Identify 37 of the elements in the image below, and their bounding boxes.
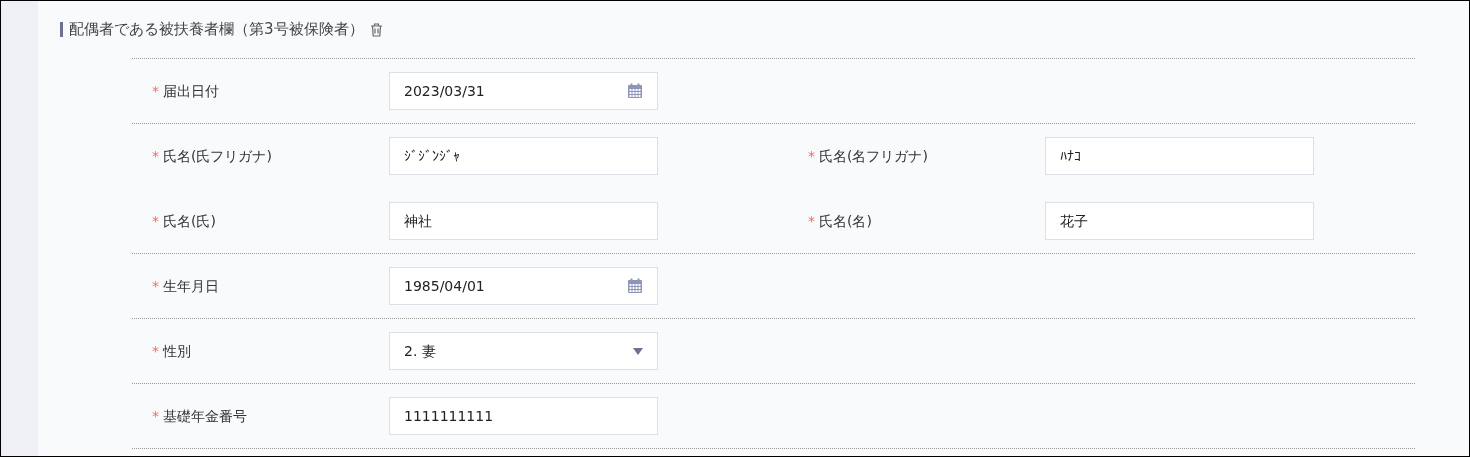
field-value: ﾊﾅｺ <box>1060 146 1081 166</box>
required-mark: * <box>152 146 159 166</box>
field-label: 氏名(氏フリガナ) <box>163 146 272 166</box>
input-field[interactable]: 神社 <box>389 202 658 240</box>
field-label: 氏名(氏) <box>163 211 216 231</box>
date-field[interactable]: 1985/04/01 <box>389 267 658 305</box>
required-mark: * <box>152 81 159 101</box>
input-field[interactable]: ｼﾞｼﾞﾝｼﾞｬ <box>389 137 658 175</box>
required-mark: * <box>808 146 815 166</box>
calendar-icon[interactable] <box>627 83 643 99</box>
field-value: 2. 妻 <box>404 341 436 361</box>
input-field[interactable]: 1111111111 <box>389 397 658 435</box>
field-label: 生年月日 <box>163 276 219 296</box>
input-field[interactable]: 花子 <box>1045 202 1314 240</box>
field-value: ｼﾞｼﾞﾝｼﾞｬ <box>404 146 460 166</box>
field-label: 届出日付 <box>163 81 219 101</box>
trash-icon[interactable] <box>369 22 383 37</box>
field-value: 2023/03/31 <box>404 81 485 101</box>
field-value: 1985/04/01 <box>404 276 485 296</box>
field-label: 氏名(名フリガナ) <box>819 146 928 166</box>
required-mark: * <box>152 276 159 296</box>
required-mark: * <box>152 406 159 426</box>
caret-icon[interactable] <box>633 347 643 355</box>
select-field[interactable]: 2. 妻 <box>389 332 658 370</box>
field-label: 氏名(名) <box>819 211 872 231</box>
field-label: 基礎年金番号 <box>163 406 247 426</box>
field-value: 花子 <box>1060 211 1088 231</box>
section-title: 配偶者である被扶養者欄（第3号被保険者） <box>69 19 364 41</box>
required-mark: * <box>152 341 159 361</box>
calendar-icon[interactable] <box>627 278 643 294</box>
field-label: 性別 <box>163 341 191 361</box>
field-value: 1111111111 <box>404 406 494 426</box>
date-field[interactable]: 2023/03/31 <box>389 72 658 110</box>
field-value: 神社 <box>404 211 432 231</box>
input-field[interactable]: ﾊﾅｺ <box>1045 137 1314 175</box>
required-mark: * <box>808 211 815 231</box>
required-mark: * <box>152 211 159 231</box>
